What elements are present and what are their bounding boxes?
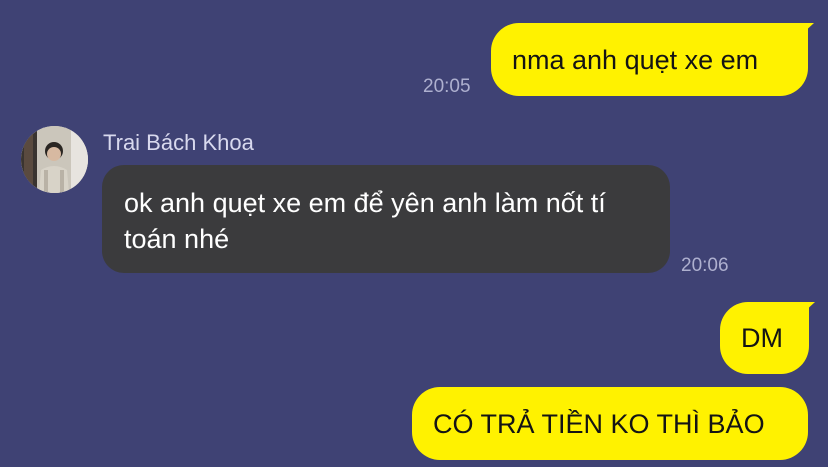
message-timestamp: 20:06 (681, 255, 729, 276)
message-text: CÓ TRẢ TIỀN KO THÌ BẢO (433, 408, 765, 439)
sender-name: Trai Bách Khoa (103, 130, 254, 155)
outgoing-message-bubble[interactable]: nma anh quẹt xe em (491, 23, 808, 96)
outgoing-message-bubble[interactable]: CÓ TRẢ TIỀN KO THÌ BẢO (412, 387, 808, 460)
message-text: DM (741, 323, 783, 353)
incoming-message-bubble[interactable]: ok anh quẹt xe em để yên anh làm nốt tí … (102, 165, 670, 273)
message-timestamp: 20:05 (423, 76, 471, 97)
message-text: nma anh quẹt xe em (512, 44, 759, 75)
contact-avatar[interactable] (21, 126, 88, 193)
chat-thread: nma anh quẹt xe em 20:05 Trai Bách Khoa … (0, 0, 828, 467)
person-photo-avatar-icon (21, 126, 88, 193)
message-text: ok anh quẹt xe em để yên anh làm nốt tí … (124, 188, 606, 254)
